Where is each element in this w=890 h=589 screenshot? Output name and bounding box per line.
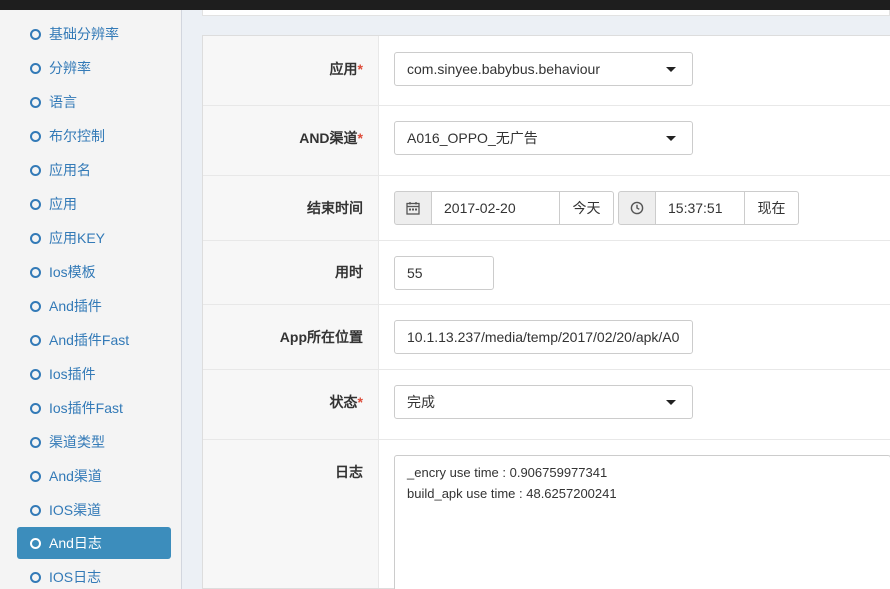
calendar-icon[interactable]	[394, 191, 432, 225]
time-input[interactable]: 15:37:51	[656, 191, 745, 225]
channel-select-value: A016_OPPO_无广告	[407, 130, 538, 146]
circle-icon	[30, 504, 41, 516]
sidebar-item-base-resolution[interactable]: 基础分辨率	[17, 18, 171, 50]
sidebar-item-label: 布尔控制	[49, 128, 105, 144]
circle-icon	[30, 96, 41, 108]
circle-icon	[30, 571, 41, 583]
time-input-group: 15:37:51 现在	[618, 191, 799, 225]
row-divider	[203, 304, 890, 305]
date-input[interactable]: 2017-02-20	[432, 191, 560, 225]
app-select[interactable]: com.sinyee.babybus.behaviour	[394, 52, 693, 86]
sidebar-item-label: 基础分辨率	[49, 26, 119, 42]
channel-label: AND渠道*	[299, 130, 363, 146]
sidebar-item-ios-template[interactable]: Ios模板	[17, 256, 171, 288]
sidebar-item-label: And插件Fast	[49, 332, 130, 348]
row-divider	[203, 369, 890, 370]
circle-icon	[30, 62, 41, 74]
today-button[interactable]: 今天	[560, 191, 614, 225]
sidebar-item-and-plugin[interactable]: And插件	[17, 290, 171, 322]
sidebar-item-label: Ios插件	[49, 366, 96, 382]
sidebar-item-label: 语言	[49, 94, 77, 110]
circle-icon	[30, 402, 41, 414]
sidebar-item-label: And渠道	[49, 468, 102, 484]
row-divider	[203, 175, 890, 176]
sidebar-item-and-channel[interactable]: And渠道	[17, 460, 171, 492]
circle-icon	[30, 334, 41, 346]
end-time-label: 结束时间	[307, 200, 363, 216]
clock-icon[interactable]	[618, 191, 656, 225]
circle-icon	[30, 28, 41, 40]
sidebar-item-label: IOS渠道	[49, 502, 102, 518]
log-textarea[interactable]: _encry use time : 0.906759977341 build_a…	[394, 455, 890, 589]
sidebar-item-and-plugin-fast[interactable]: And插件Fast	[17, 324, 171, 356]
circle-icon	[30, 198, 41, 210]
app-label: 应用*	[329, 61, 363, 77]
sidebar-item-and-log[interactable]: And日志	[17, 527, 171, 559]
circle-icon	[30, 232, 41, 244]
circle-icon	[30, 368, 41, 380]
top-bar	[0, 0, 890, 10]
sidebar-item-label: And插件	[49, 298, 102, 314]
row-divider	[203, 439, 890, 440]
row-divider	[203, 105, 890, 106]
top-panel	[202, 10, 890, 16]
sidebar-item-app-key[interactable]: 应用KEY	[17, 222, 171, 254]
sidebar-item-label: 渠道类型	[49, 434, 105, 450]
sidebar-item-boolean-control[interactable]: 布尔控制	[17, 120, 171, 152]
sidebar-item-label: 应用	[49, 196, 77, 212]
app-path-input[interactable]: 10.1.13.237/media/temp/2017/02/20/apk/A0	[394, 320, 693, 354]
sidebar-item-ios-log[interactable]: IOS日志	[17, 561, 171, 589]
sidebar-item-app-name[interactable]: 应用名	[17, 154, 171, 186]
now-button[interactable]: 现在	[745, 191, 799, 225]
circle-icon	[30, 266, 41, 278]
sidebar-item-label: 应用名	[49, 162, 91, 178]
sidebar-item-channel-type[interactable]: 渠道类型	[17, 426, 171, 458]
date-input-group: 2017-02-20 今天	[394, 191, 614, 225]
label-column	[203, 36, 379, 588]
sidebar-item-ios-channel[interactable]: IOS渠道	[17, 494, 171, 526]
circle-icon	[30, 164, 41, 176]
status-select[interactable]: 完成	[394, 385, 693, 419]
sidebar-item-label: 分辨率	[49, 60, 91, 76]
caret-down-icon	[666, 136, 676, 141]
app-select-value: com.sinyee.babybus.behaviour	[407, 61, 601, 77]
status-select-value: 完成	[407, 394, 435, 410]
duration-label: 用时	[335, 264, 363, 280]
sidebar-item-ios-plugin-fast[interactable]: Ios插件Fast	[17, 392, 171, 424]
edit-form: 应用* com.sinyee.babybus.behaviour AND渠道* …	[202, 35, 890, 589]
log-label: 日志	[335, 464, 363, 480]
sidebar-item-label: Ios插件Fast	[49, 400, 123, 416]
sidebar-item-ios-plugin[interactable]: Ios插件	[17, 358, 171, 390]
circle-icon	[30, 300, 41, 312]
app-path-label: App所在位置	[279, 329, 363, 345]
sidebar-item-label: Ios模板	[49, 264, 96, 280]
status-label: 状态*	[329, 394, 363, 410]
sidebar-item-label: 应用KEY	[49, 230, 106, 246]
circle-icon	[30, 130, 41, 142]
main-content: 应用* com.sinyee.babybus.behaviour AND渠道* …	[182, 10, 890, 589]
sidebar-item-label: And日志	[49, 535, 102, 551]
circle-icon	[30, 436, 41, 448]
sidebar-item-label: IOS日志	[49, 569, 102, 585]
sidebar-item-resolution[interactable]: 分辨率	[17, 52, 171, 84]
caret-down-icon	[666, 67, 676, 72]
duration-input[interactable]: 55	[394, 256, 494, 290]
circle-icon	[30, 470, 41, 482]
sidebar-item-app[interactable]: 应用	[17, 188, 171, 220]
row-divider	[203, 240, 890, 241]
caret-down-icon	[666, 400, 676, 405]
circle-icon	[30, 537, 41, 549]
sidebar: 基础分辨率 分辨率 语言 布尔控制 应用名 应用 应用KEY Ios模板 And…	[0, 10, 182, 589]
channel-select[interactable]: A016_OPPO_无广告	[394, 121, 693, 155]
sidebar-item-language[interactable]: 语言	[17, 86, 171, 118]
